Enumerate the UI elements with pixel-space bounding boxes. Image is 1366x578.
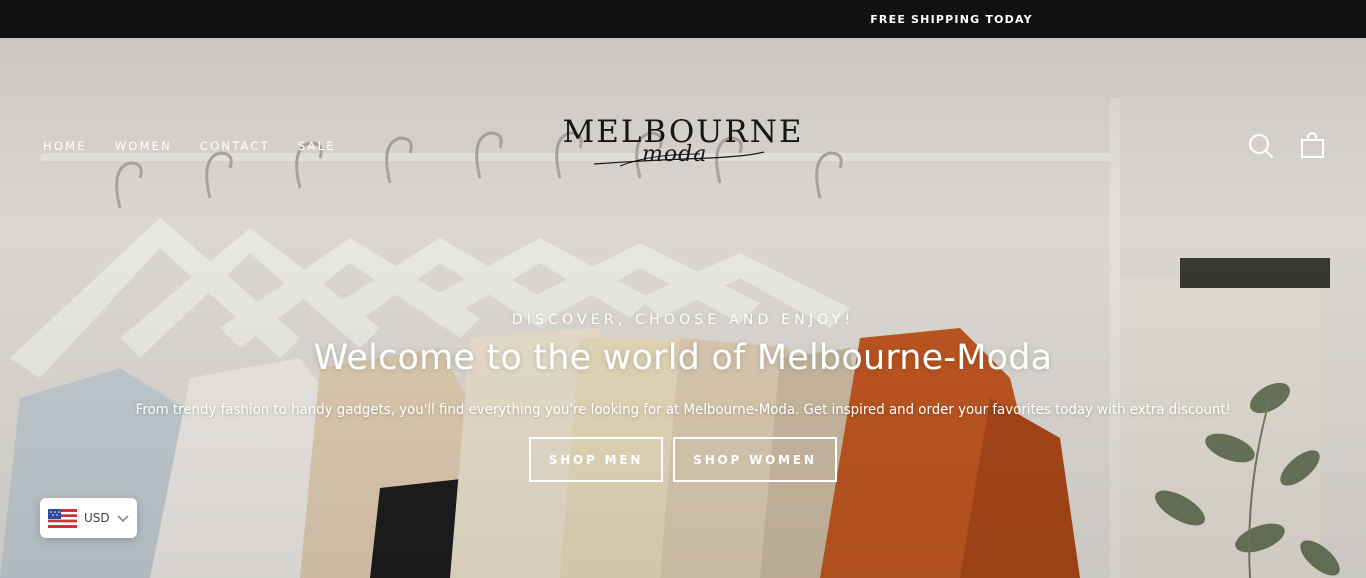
brand-logo[interactable]: MELBOURNE moda — [560, 114, 806, 186]
nav-sale[interactable]: SALE — [298, 139, 336, 153]
hero-subtitle: DISCOVER, CHOOSE AND ENJOY! — [511, 312, 855, 328]
announcement-text: FREE SHIPPING TODAY — [870, 12, 1033, 26]
us-flag-icon — [48, 508, 77, 528]
hero-text-content: From trendy fashion to handy gadgets, yo… — [135, 402, 1231, 418]
currency-selector[interactable]: USD — [40, 498, 137, 538]
brand-script: moda — [642, 142, 708, 167]
search-icon[interactable] — [1247, 132, 1275, 160]
shop-women-button[interactable]: SHOP WOMEN — [673, 437, 837, 482]
currency-code: USD — [84, 511, 110, 525]
cart-icon[interactable] — [1299, 132, 1327, 160]
hero-text: From trendy fashion to handy gadgets, yo… — [0, 402, 1366, 418]
chevron-down-icon — [116, 509, 130, 528]
nav-home[interactable]: HOME — [43, 139, 87, 153]
nav-women[interactable]: WOMEN — [115, 139, 172, 153]
announcement-bar: FREE SHIPPING TODAY — [0, 0, 1366, 38]
main-nav: HOME WOMEN CONTACT SALE — [43, 139, 364, 153]
nav-contact[interactable]: CONTACT — [200, 139, 270, 153]
hero-headline: Welcome to the world of Melbourne-Moda — [313, 338, 1053, 378]
shop-men-button[interactable]: SHOP MEN — [529, 437, 663, 482]
